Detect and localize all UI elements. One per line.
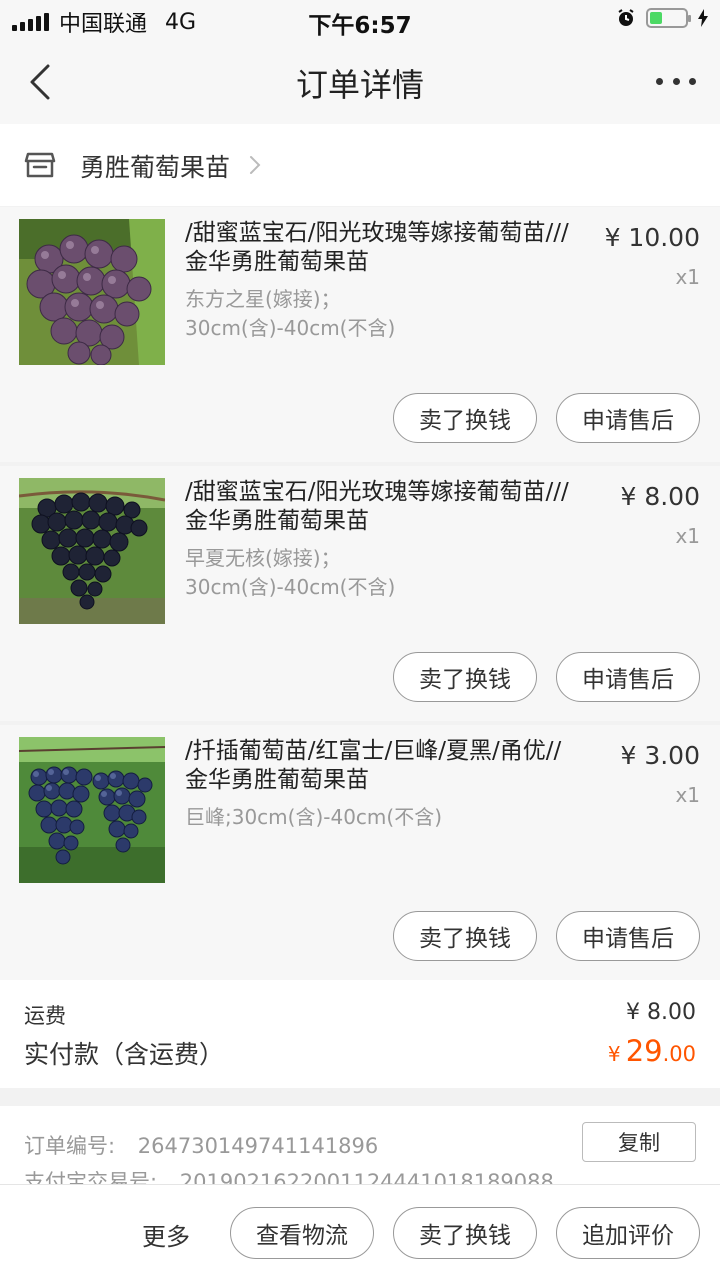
product-title[interactable]: /甜蜜蓝宝石/阳光玫瑰等嫁接葡萄苗///金华勇胜葡萄果苗: [185, 478, 570, 536]
product-price: ¥ 8.00: [620, 482, 700, 511]
view-logistics-button[interactable]: 查看物流: [230, 1207, 374, 1259]
add-review-button[interactable]: 追加评价: [556, 1207, 700, 1259]
battery-icon: [646, 8, 691, 28]
sell-for-cash-button[interactable]: 卖了换钱: [393, 393, 537, 443]
order-number-row: 订单编号: 264730149741141896: [24, 1130, 378, 1160]
paid-amount-label: 实付款（含运费）: [24, 1040, 225, 1069]
product-item[interactable]: /扦插葡萄苗/红富士/巨峰/夏黑/甬优//金华勇胜葡萄果苗 巨峰;30cm(含)…: [0, 725, 720, 980]
product-price: ¥ 10.00: [604, 223, 700, 252]
order-summary: 运费 ¥ 8.00 实付款（含运费） ¥ 29.00: [0, 980, 720, 1088]
more-options-button[interactable]: [656, 66, 696, 96]
ellipsis-icon: [656, 77, 663, 85]
paid-decimal: .00: [662, 1042, 696, 1066]
order-number-label: 订单编号:: [24, 1134, 116, 1158]
shipping-label: 运费: [24, 1004, 66, 1028]
sell-for-cash-button[interactable]: 卖了换钱: [393, 1207, 537, 1259]
product-title[interactable]: /甜蜜蓝宝石/阳光玫瑰等嫁接葡萄苗///金华勇胜葡萄果苗: [185, 219, 570, 277]
product-image[interactable]: [19, 478, 165, 624]
order-info: 订单编号: 264730149741141896 复制 支付宝交易号: 2019…: [0, 1106, 720, 1184]
paid-amount-value: ¥ 29.00: [608, 1034, 696, 1068]
order-number: 264730149741141896: [137, 1134, 379, 1158]
paid-currency: ¥: [607, 1042, 621, 1066]
after-sale-button[interactable]: 申请售后: [556, 652, 700, 702]
product-image[interactable]: [19, 737, 165, 883]
product-item[interactable]: /甜蜜蓝宝石/阳光玫瑰等嫁接葡萄苗///金华勇胜葡萄果苗 早夏无核(嫁接)； 3…: [0, 466, 720, 721]
product-spec: 巨峰;30cm(含)-40cm(不含): [185, 805, 443, 829]
product-quantity: x1: [675, 265, 700, 289]
bottom-action-bar: 更多 查看物流 卖了换钱 追加评价: [0, 1184, 720, 1280]
charging-icon: [698, 9, 708, 27]
shipping-value: ¥ 8.00: [626, 1000, 696, 1025]
product-title[interactable]: /扦插葡萄苗/红富士/巨峰/夏黑/甬优//金华勇胜葡萄果苗: [185, 737, 570, 795]
chevron-right-icon: [250, 156, 261, 174]
nav-bar: 订单详情: [0, 40, 720, 124]
product-price: ¥ 3.00: [620, 741, 700, 770]
product-spec: 东方之星(嫁接)； 30cm(含)-40cm(不含): [185, 287, 396, 340]
sell-for-cash-button[interactable]: 卖了换钱: [393, 911, 537, 961]
alarm-icon: [618, 9, 634, 26]
sell-for-cash-button[interactable]: 卖了换钱: [393, 652, 537, 702]
after-sale-button[interactable]: 申请售后: [556, 393, 700, 443]
product-quantity: x1: [675, 524, 700, 548]
after-sale-button[interactable]: 申请售后: [556, 911, 700, 961]
alipay-number: 2019021622001124441018189088: [179, 1170, 554, 1184]
copy-button[interactable]: 复制: [582, 1122, 696, 1162]
status-bar: 中国联通 4G 下午6:57: [0, 0, 720, 40]
shop-row[interactable]: 勇胜葡萄果苗: [0, 124, 720, 206]
paid-integer: 29: [625, 1034, 663, 1068]
more-button[interactable]: 更多: [142, 1217, 190, 1252]
product-quantity: x1: [675, 783, 700, 807]
status-right: [616, 8, 708, 28]
product-image[interactable]: [19, 219, 165, 365]
alipay-number-label: 支付宝交易号:: [24, 1170, 158, 1184]
alipay-number-row: 支付宝交易号: 2019021622001124441018189088: [24, 1166, 554, 1184]
store-icon: [24, 152, 56, 178]
product-item[interactable]: /甜蜜蓝宝石/阳光玫瑰等嫁接葡萄苗///金华勇胜葡萄果苗 东方之星(嫁接)； 3…: [0, 207, 720, 462]
product-spec: 早夏无核(嫁接)； 30cm(含)-40cm(不含): [185, 546, 396, 599]
page-title: 订单详情: [295, 66, 424, 104]
shop-name[interactable]: 勇胜葡萄果苗: [80, 148, 230, 184]
status-time: 下午6:57: [308, 13, 412, 39]
